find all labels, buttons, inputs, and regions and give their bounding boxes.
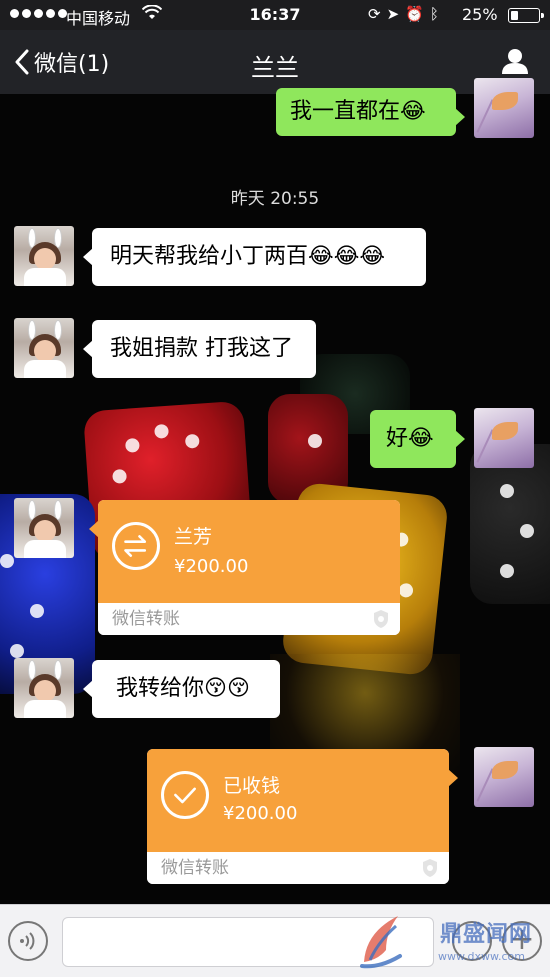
battery-fill xyxy=(511,11,518,20)
transfer-card-footer: 微信转账 xyxy=(147,852,449,884)
message-emoji: 😂 xyxy=(408,426,434,451)
message-emoji: 😂 xyxy=(400,99,426,124)
emoji-button[interactable] xyxy=(452,921,492,961)
transfer-card-header: 已收钱 ¥200.00 xyxy=(147,749,449,852)
transfer-card-header: 兰芳 ¥200.00 xyxy=(98,500,400,603)
transfer-amount: ¥200.00 xyxy=(174,556,249,577)
battery-icon xyxy=(508,8,544,23)
status-bar: 中国移动 16:37 ⟳➤⏰ᛒ 25% xyxy=(0,0,550,30)
transfer-card-outgoing[interactable]: 已收钱 ¥200.00 微信转账 xyxy=(147,749,458,884)
message-timestamp: 昨天 20:55 xyxy=(230,189,320,209)
contact-avatar[interactable] xyxy=(14,658,74,718)
transfer-name: 已收钱 xyxy=(223,775,281,797)
message-bubble-incoming[interactable]: 我转给你 😚😚 xyxy=(83,660,280,718)
voice-icon xyxy=(20,932,35,950)
rotation-lock-icon: ⟳ xyxy=(368,5,387,23)
message-bubble-outgoing[interactable]: 好 😂 xyxy=(370,410,465,468)
message-text: 我一直都在 xyxy=(290,99,401,124)
contact-avatar[interactable] xyxy=(14,498,74,558)
nav-bar: 微信(1) 兰兰 xyxy=(0,30,550,94)
message-emoji: 😂😂😂 xyxy=(308,244,386,269)
shield-icon xyxy=(374,610,388,628)
message-bubble-outgoing[interactable]: 我一直都在 😂 xyxy=(276,88,465,136)
message-emoji: 😚😚 xyxy=(204,676,250,701)
transfer-card-incoming[interactable]: 兰芳 ¥200.00 微信转账 xyxy=(89,500,400,635)
transfer-footer-label: 微信转账 xyxy=(112,609,180,629)
status-icons: ⟳➤⏰ᛒ xyxy=(368,5,445,23)
alarm-icon: ⏰ xyxy=(405,5,430,23)
transfer-footer-label: 微信转账 xyxy=(161,858,229,878)
profile-icon[interactable] xyxy=(500,46,530,76)
message-text: 好 xyxy=(386,426,409,451)
message-input[interactable] xyxy=(62,917,434,967)
shield-icon xyxy=(423,859,437,877)
checkmark-icon xyxy=(161,771,209,819)
message-text: 我转给你 xyxy=(116,676,205,701)
my-avatar[interactable] xyxy=(474,408,534,468)
voice-input-button[interactable] xyxy=(8,921,48,961)
more-actions-button[interactable]: + xyxy=(502,921,542,961)
message-text: 明天帮我给小丁两百 xyxy=(110,244,309,269)
transfer-amount: ¥200.00 xyxy=(223,803,298,824)
contact-avatar[interactable] xyxy=(14,318,74,378)
my-avatar[interactable] xyxy=(474,78,534,138)
bluetooth-icon: ᛒ xyxy=(429,5,445,23)
background-die xyxy=(470,444,550,604)
message-bubble-incoming[interactable]: 明天帮我给小丁两百 😂😂😂 xyxy=(83,228,426,286)
location-icon: ➤ xyxy=(386,5,406,23)
transfer-arrows-icon xyxy=(112,522,160,570)
contact-avatar[interactable] xyxy=(14,226,74,286)
message-bubble-incoming[interactable]: 我姐捐款 打我这了 xyxy=(83,320,316,378)
my-avatar[interactable] xyxy=(474,747,534,807)
input-bar: + xyxy=(0,904,550,977)
battery-percent: 25% xyxy=(462,5,498,24)
message-text: 我姐捐款 打我这了 xyxy=(110,336,293,361)
chat-title: 兰兰 xyxy=(251,54,299,82)
transfer-name: 兰芳 xyxy=(174,526,213,548)
transfer-card-footer: 微信转账 xyxy=(98,603,400,635)
